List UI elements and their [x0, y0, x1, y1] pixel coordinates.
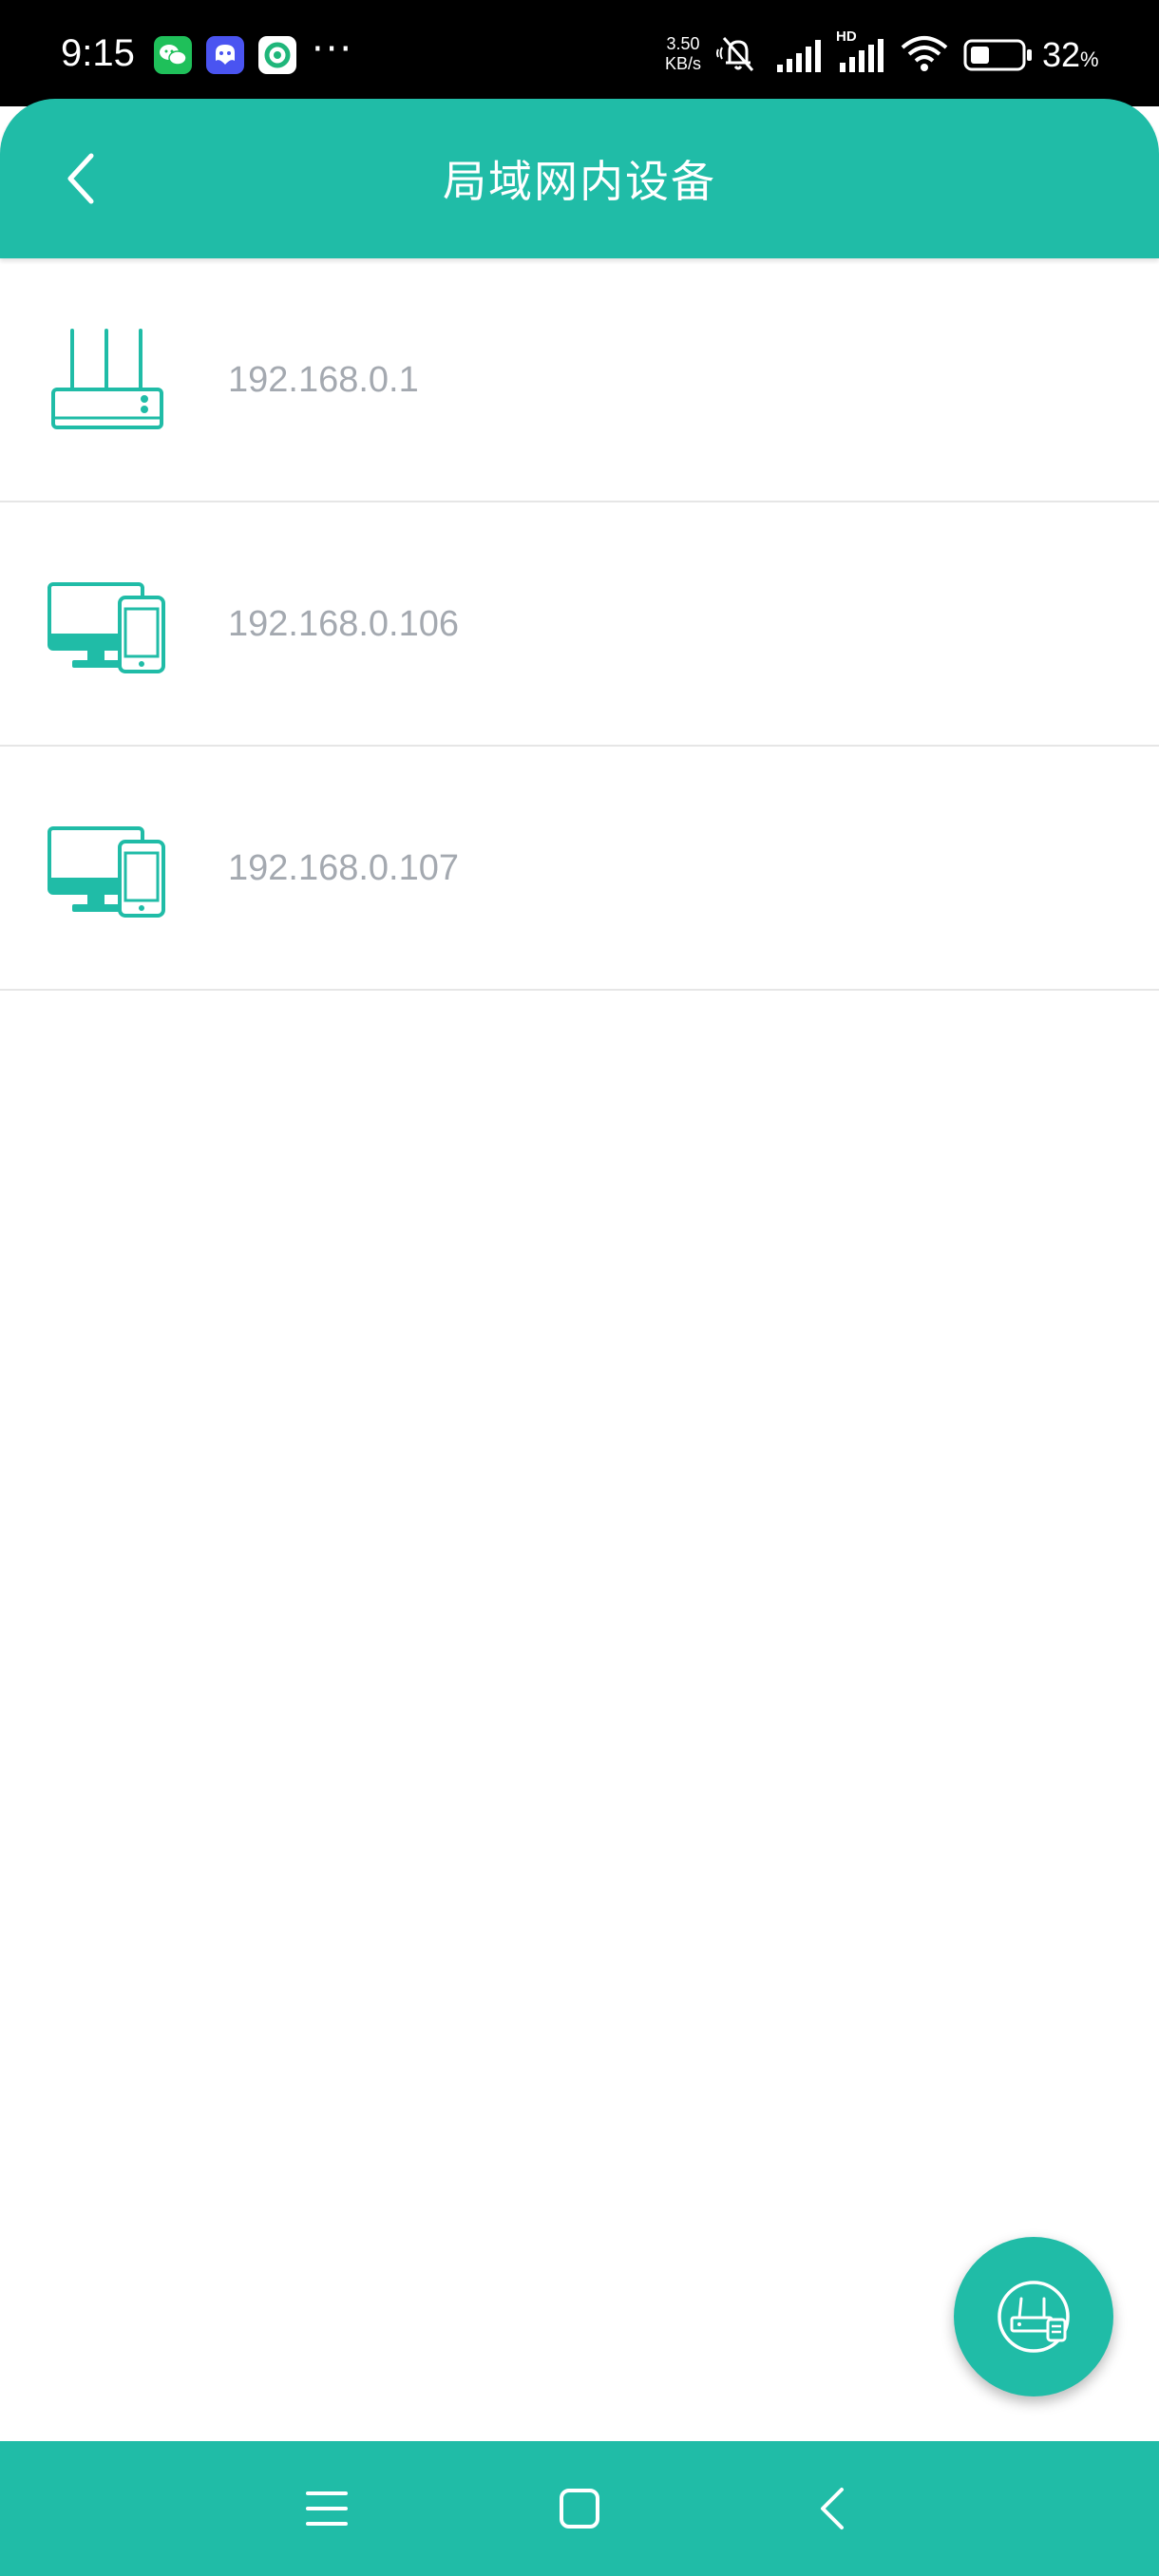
bell-muted-icon: [714, 32, 762, 78]
status-bar: 9:15 ··· 3.50 KB/s HD 32%: [0, 0, 1159, 106]
device-row[interactable]: 192.168.0.106: [0, 502, 1159, 747]
router-scan-icon: [998, 2281, 1070, 2353]
menu-icon: [306, 2491, 348, 2526]
app-icon: [258, 36, 296, 74]
device-ip: 192.168.0.106: [228, 604, 460, 644]
signal-icon: [775, 38, 825, 76]
device-row[interactable]: 192.168.0.107: [0, 747, 1159, 991]
menu-button[interactable]: [289, 2471, 365, 2547]
signal-hd-icon: [836, 38, 889, 76]
net-speed-unit: KB/s: [664, 54, 701, 73]
battery-level-value: 32: [1042, 35, 1081, 74]
back-icon: [821, 2488, 844, 2529]
wechat-icon: [154, 36, 192, 74]
device-row[interactable]: 192.168.0.1: [0, 258, 1159, 502]
system-back-button[interactable]: [794, 2471, 870, 2547]
chevron-left-icon: [67, 153, 94, 204]
computer-phone-icon: [46, 563, 169, 687]
wifi-icon: [899, 34, 950, 78]
net-speed-value: 3.50: [666, 34, 700, 53]
battery-unit: %: [1080, 47, 1099, 71]
app-bar: 局域网内设备: [0, 99, 1159, 258]
scan-router-button[interactable]: [954, 2237, 1113, 2396]
qq-icon: [206, 36, 244, 74]
net-speed: 3.50 KB/s: [659, 34, 707, 74]
clock: 9:15: [61, 32, 135, 74]
device-ip: 192.168.0.107: [228, 848, 460, 888]
page-title: 局域网内设备: [443, 156, 716, 207]
more-notifications-indicator: ···: [312, 28, 354, 71]
system-nav-bar: [0, 2441, 1159, 2576]
home-icon: [560, 2489, 599, 2529]
battery-icon: [963, 38, 1034, 76]
router-icon: [46, 319, 169, 443]
device-list: 192.168.0.1 192.168.0.106 192.168.0.107: [0, 258, 1159, 991]
back-button[interactable]: [44, 141, 120, 217]
battery-percentage: 32%: [1042, 32, 1099, 83]
device-ip: 192.168.0.1: [228, 360, 419, 400]
home-button[interactable]: [542, 2471, 618, 2547]
computer-phone-icon: [46, 807, 169, 931]
